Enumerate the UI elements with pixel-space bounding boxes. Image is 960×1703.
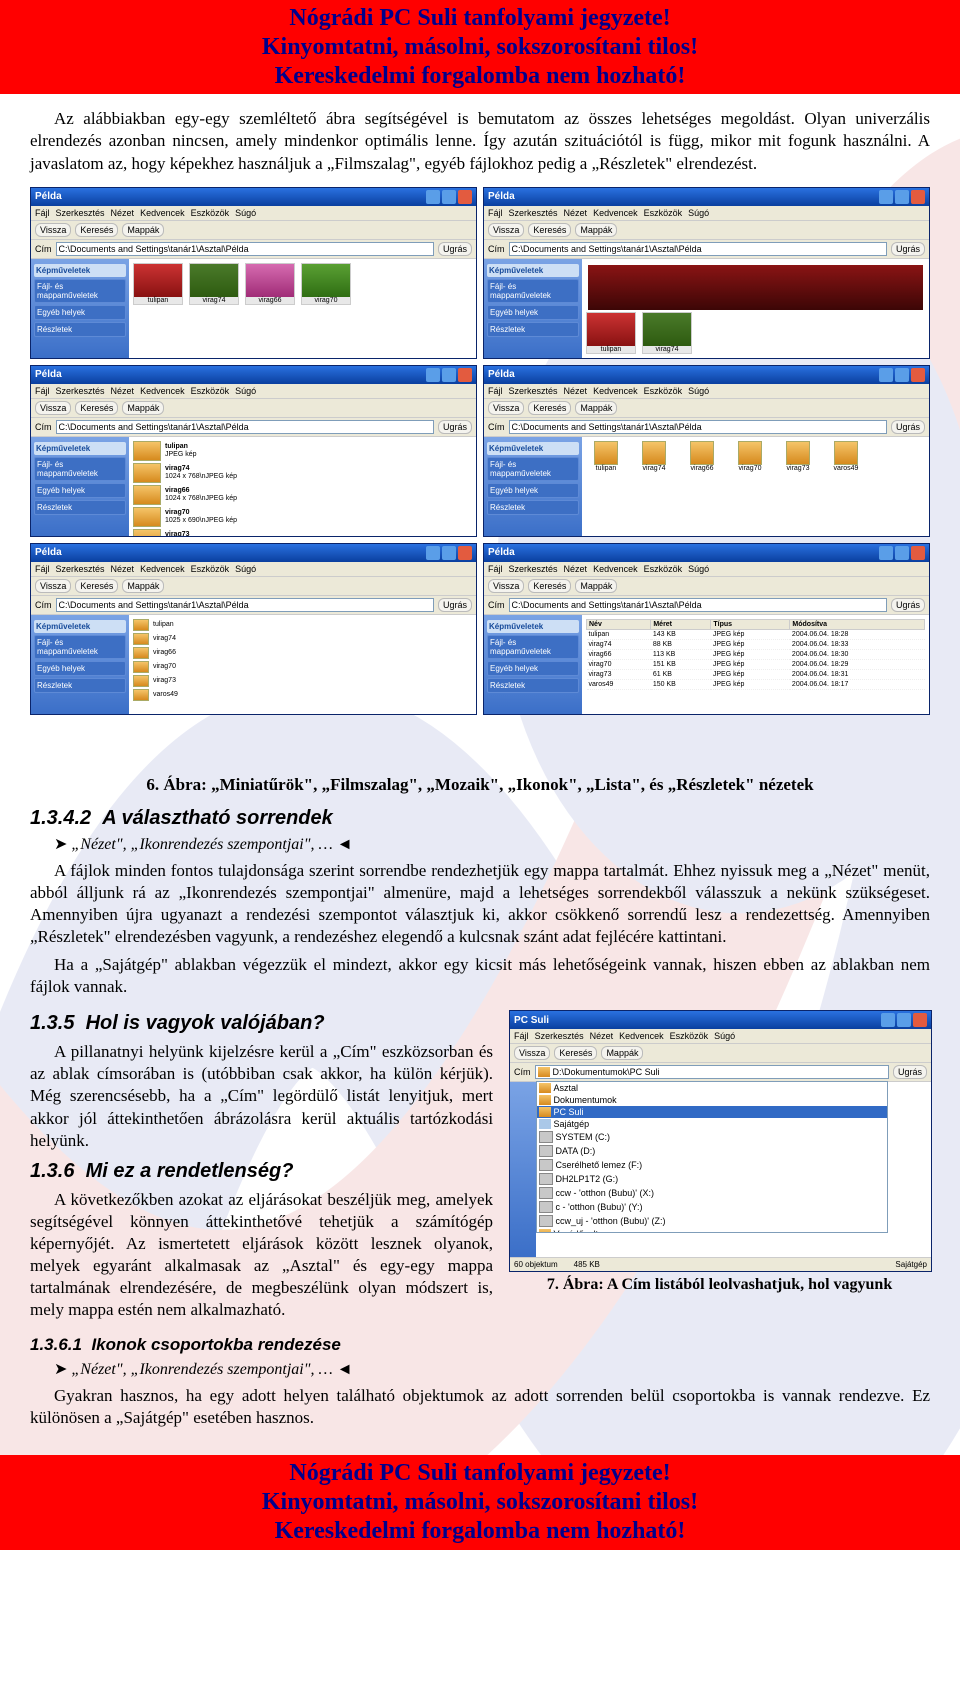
status-objects: 60 objektum — [514, 1260, 558, 1269]
footer-line-3: Kereskedelmi forgalomba nem hozható! — [0, 1517, 960, 1546]
heading-136: 1.3.6 Mi ez a rendetlenség? — [30, 1160, 493, 1183]
max-icon — [442, 546, 456, 560]
intro-paragraph: Az alábbiakban egy-egy szemléltető ábra … — [30, 108, 930, 174]
screenshot-tiles: Példa FájlSzerkesztésNézetKedvencekEszkö… — [30, 365, 477, 537]
min-icon — [426, 190, 440, 204]
heading-135: 1.3.5 Hol is vagyok valójában? — [30, 1012, 493, 1035]
min-icon — [881, 1013, 895, 1027]
max-icon — [897, 1013, 911, 1027]
min-icon — [426, 546, 440, 560]
banner-line-3: Kereskedelmi forgalomba nem hozható! — [0, 62, 960, 91]
status-location: Sajátgép — [895, 1260, 927, 1269]
address-dropdown-item[interactable]: ccw_uj - 'otthon (Bubu)' (Z:) — [537, 1214, 887, 1228]
p-136-1: A következőkben azokat az eljárásokat be… — [30, 1189, 493, 1322]
p-1342-1: A fájlok minden fontos tulajdonsága szer… — [30, 860, 930, 948]
close-icon — [911, 546, 925, 560]
min-icon — [426, 368, 440, 382]
address-dropdown-item[interactable]: c - 'otthon (Bubu)' (Y:) — [537, 1200, 887, 1214]
close-icon — [458, 368, 472, 382]
address-dropdown[interactable]: D:\Dokumentumok\PC Suli AsztalDokumentum… — [535, 1065, 889, 1079]
heading-1342: 1.3.4.2 A választható sorrendek — [30, 807, 930, 830]
status-size: 485 KB — [574, 1260, 600, 1269]
screenshot-filmstrip: Példa FájlSzerkesztésNézetKedvencekEszkö… — [483, 187, 930, 359]
screenshot-thumbnails: Példa FájlSzerkesztésNézetKedvencekEszkö… — [30, 187, 477, 359]
footer-line-1: Nógrádi PC Suli tanfolyami jegyzete! — [0, 1459, 960, 1488]
max-icon — [442, 190, 456, 204]
p-1361-1: Gyakran hasznos, ha egy adott helyen tal… — [30, 1385, 930, 1429]
banner-line-1: Nógrádi PC Suli tanfolyami jegyzete! — [0, 4, 960, 33]
figure-6-screenshots: Példa FájlSzerkesztésNézetKedvencekEszkö… — [30, 187, 930, 715]
footer-line-2: Kinyomtatni, másolni, sokszorosítani til… — [0, 1488, 960, 1517]
min-icon — [879, 368, 893, 382]
header-banner: Nógrádi PC Suli tanfolyami jegyzete! Kin… — [0, 0, 960, 94]
footer-banner: Nógrádi PC Suli tanfolyami jegyzete! Kin… — [0, 1455, 960, 1549]
close-icon — [911, 368, 925, 382]
max-icon — [442, 368, 456, 382]
screenshot-list: Példa FájlSzerkesztésNézetKedvencekEszkö… — [30, 543, 477, 715]
menu-path-1342: „Nézet", „Ikonrendezés szempontjai", … — [54, 834, 930, 854]
menu-path-1361: „Nézet", „Ikonrendezés szempontjai", … — [54, 1359, 930, 1379]
close-icon — [911, 190, 925, 204]
address-dropdown-item[interactable]: Sajátgép — [537, 1118, 887, 1130]
p-1342-2: Ha a „Sajátgép" ablakban végezzük el min… — [30, 954, 930, 998]
address-dropdown-item[interactable]: DH2LP1T2 (G:) — [537, 1172, 887, 1186]
address-dropdown-item[interactable]: Cserélhető lemez (F:) — [537, 1158, 887, 1172]
min-icon — [879, 546, 893, 560]
address-dropdown-item[interactable]: Vezérlőpult — [537, 1228, 887, 1233]
address-dropdown-item[interactable]: Asztal — [537, 1082, 887, 1094]
close-icon — [458, 190, 472, 204]
figure-7-screenshot: PC Suli FájlSzerkesztésNézetKedvencekEsz… — [509, 1010, 932, 1272]
max-icon — [895, 546, 909, 560]
banner-line-2: Kinyomtatni, másolni, sokszorosítani til… — [0, 33, 960, 62]
max-icon — [895, 190, 909, 204]
figure-6-caption: 6. Ábra: „Miniatűrök", „Filmszalag", „Mo… — [30, 775, 930, 795]
p-135-1: A pillanatnyi helyünk kijelzésre kerül a… — [30, 1041, 493, 1151]
min-icon — [879, 190, 893, 204]
screenshot-icons: Példa FájlSzerkesztésNézetKedvencekEszkö… — [483, 365, 930, 537]
max-icon — [895, 368, 909, 382]
close-icon — [913, 1013, 927, 1027]
close-icon — [458, 546, 472, 560]
address-dropdown-item[interactable]: SYSTEM (C:) — [537, 1130, 887, 1144]
address-dropdown-item[interactable]: ccw - 'otthon (Bubu)' (X:) — [537, 1186, 887, 1200]
figure-7-caption: 7. Ábra: A Cím listából leolvashatjuk, h… — [509, 1276, 930, 1294]
address-dropdown-item[interactable]: DATA (D:) — [537, 1144, 887, 1158]
heading-1361: 1.3.6.1 Ikonok csoportokba rendezése — [30, 1335, 930, 1355]
address-dropdown-item[interactable]: PC Suli — [537, 1106, 887, 1118]
address-dropdown-item[interactable]: Dokumentumok — [537, 1094, 887, 1106]
screenshot-details: Példa FájlSzerkesztésNézetKedvencekEszkö… — [483, 543, 930, 715]
